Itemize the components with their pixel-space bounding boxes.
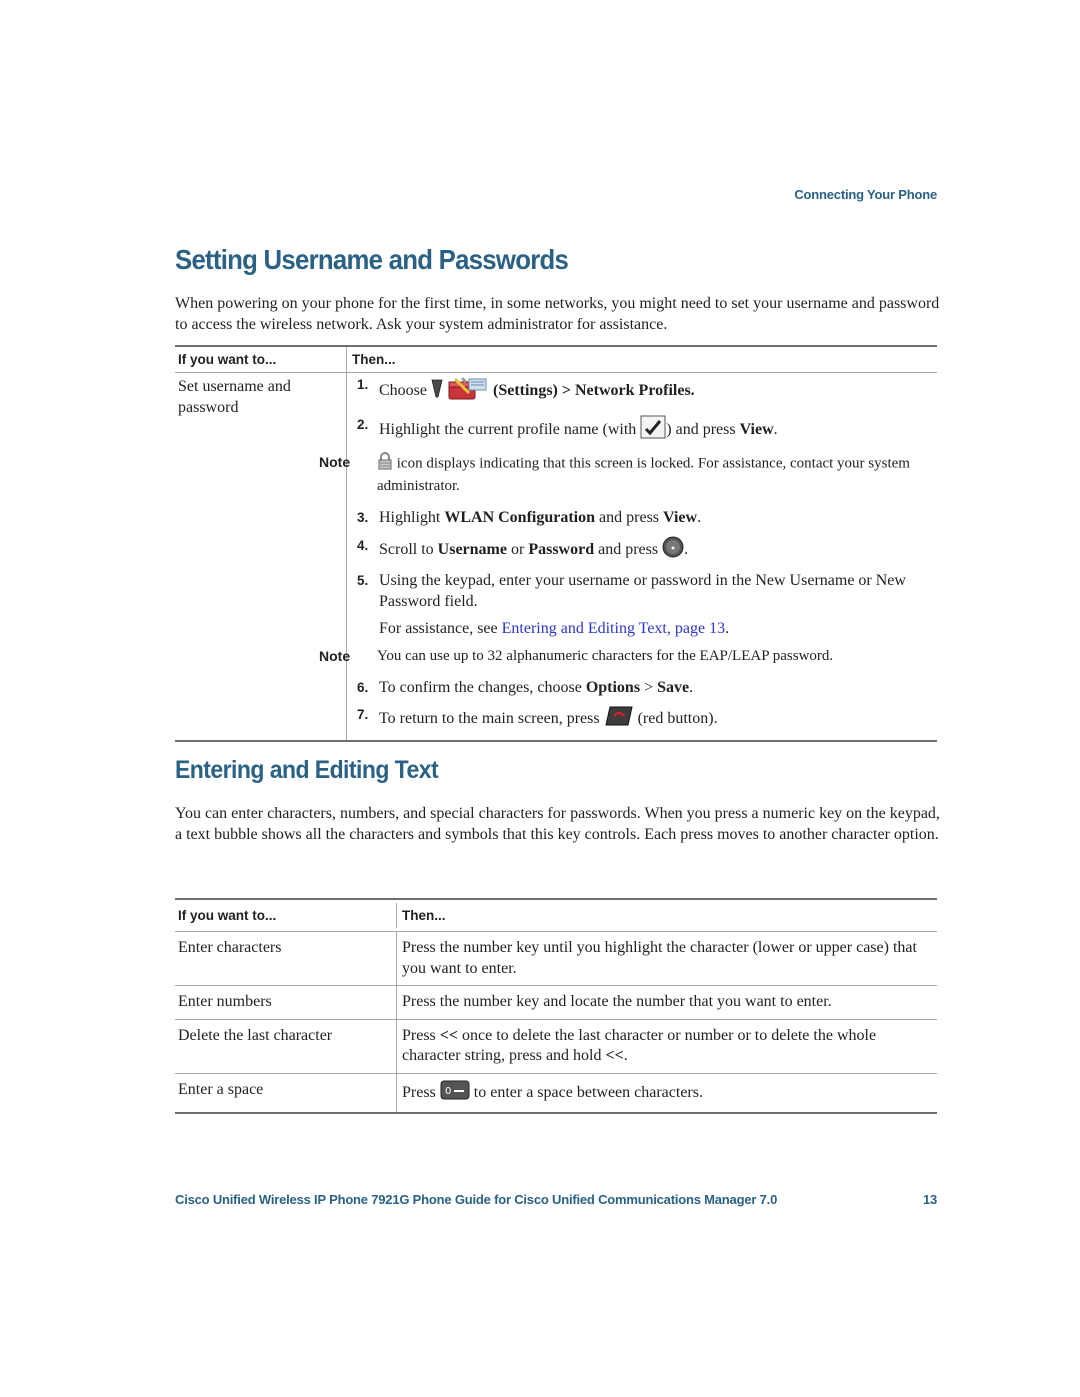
table-row: Delete the last character Press << once … <box>175 1019 937 1074</box>
username-password-table: If you want to... Then... Set username a… <box>175 345 937 742</box>
step-3: 3. Highlight WLAN Configuration and pres… <box>357 509 702 526</box>
step-2: 2. Highlight the current profile name (w… <box>352 415 934 446</box>
entering-editing-text-link[interactable]: Entering and Editing Text, page 13 <box>502 620 725 637</box>
running-head: Connecting Your Phone <box>794 187 937 202</box>
section-title-entering-editing: Entering and Editing Text <box>175 756 439 784</box>
note-locked: Note icon displays indicating that this … <box>319 452 910 494</box>
step-6: 6. To confirm the changes, choose Option… <box>357 678 694 696</box>
lock-icon <box>377 452 393 476</box>
col-header-task: If you want to... <box>175 903 397 928</box>
col-header-action: Then... <box>402 908 446 923</box>
navigation-down-arrow-icon <box>431 378 443 405</box>
table-header: If you want to... Then... <box>175 347 937 373</box>
table-row: Set username and password 1. Choose (Set… <box>175 373 937 740</box>
table-row: Enter numbers Press the number key and l… <box>175 986 937 1020</box>
select-button-icon <box>662 536 684 565</box>
table-row: Enter a space Press 0 to enter a space b… <box>175 1073 937 1112</box>
step-5: 5. Using the keypad, enter your username… <box>357 572 906 637</box>
note-eap-leap: Note You can use up to 32 alphanumeric c… <box>319 647 834 664</box>
step-1: 1. Choose (Settings) > Network Profiles. <box>352 375 934 408</box>
step-4: 4. Scroll to Username or Password and pr… <box>352 536 934 565</box>
text-entry-table: If you want to... Then... Enter characte… <box>175 898 937 1114</box>
table-header: If you want to... Then... <box>175 900 937 932</box>
table-row: Enter characters Press the number key un… <box>175 932 937 986</box>
section1-intro: When powering on your phone for the firs… <box>175 295 940 333</box>
section-title-setting-username: Setting Username and Passwords <box>175 244 569 275</box>
settings-toolbox-icon <box>447 375 489 408</box>
page-number: 13 <box>922 1192 937 1207</box>
section2-intro: You can enter characters, numbers, and s… <box>175 805 940 843</box>
col-header-action: Then... <box>352 352 396 367</box>
footer-title: Cisco Unified Wireless IP Phone 7921G Ph… <box>175 1192 778 1207</box>
end-call-red-button-icon <box>604 705 634 734</box>
step-7: 7. To return to the main screen, press (… <box>352 705 934 734</box>
row-task: Set username and password <box>175 373 347 740</box>
zero-space-key-icon: 0 <box>440 1080 470 1107</box>
svg-text:0: 0 <box>445 1086 451 1097</box>
col-header-task: If you want to... <box>175 347 347 372</box>
page-footer: Cisco Unified Wireless IP Phone 7921G Ph… <box>175 1192 937 1207</box>
row-steps: 1. Choose (Settings) > Network Profiles.… <box>319 373 937 740</box>
checkmark-profile-icon <box>640 415 666 446</box>
